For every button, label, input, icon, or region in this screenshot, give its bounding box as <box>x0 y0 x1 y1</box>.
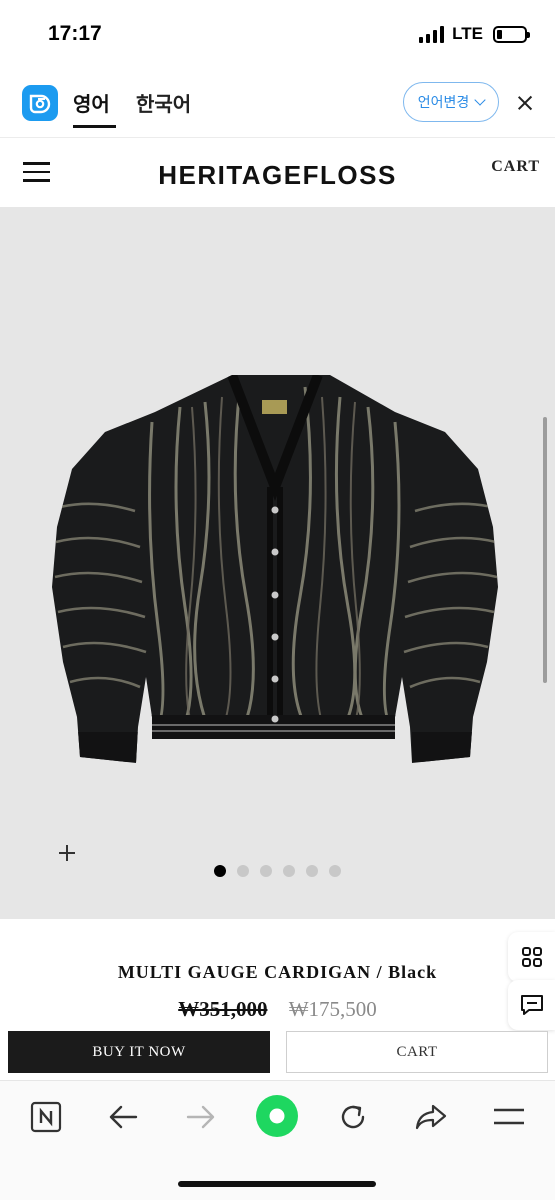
gallery-dot[interactable] <box>329 865 341 877</box>
home-indicator[interactable] <box>178 1181 376 1187</box>
signal-icon <box>419 25 445 43</box>
tab-english[interactable]: 영어 <box>73 88 110 117</box>
gallery-dot[interactable] <box>260 865 272 877</box>
sale-price: ₩175,500 <box>288 997 377 1021</box>
gallery-dot[interactable] <box>237 865 249 877</box>
gallery-dot[interactable] <box>306 865 318 877</box>
plus-icon[interactable] <box>59 845 75 861</box>
active-tab-indicator <box>73 125 116 128</box>
gallery-dot[interactable] <box>283 865 295 877</box>
refresh-icon[interactable] <box>333 1097 373 1137</box>
forward-arrow-icon[interactable] <box>181 1097 221 1137</box>
scrollbar-thumb[interactable] <box>543 417 547 683</box>
close-icon[interactable] <box>514 92 536 114</box>
site-header: HERITAGEFLOSS CART <box>0 138 555 207</box>
chevron-down-icon <box>474 94 486 106</box>
brand-logo[interactable]: HERITAGEFLOSS <box>0 160 555 191</box>
cardigan-photo <box>52 375 498 763</box>
product-title: MULTI GAUGE CARDIGAN / Black <box>117 962 438 982</box>
papago-icon[interactable] <box>22 85 58 121</box>
gallery-dot[interactable] <box>214 865 226 877</box>
tab-korean[interactable]: 한국어 <box>136 88 191 117</box>
share-icon[interactable] <box>411 1097 451 1137</box>
original-price: ₩351,000 <box>178 997 268 1021</box>
status-indicators: LTE <box>419 24 530 44</box>
change-language-label: 언어변경 <box>417 95 470 111</box>
battery-icon <box>493 25 530 43</box>
buy-now-button[interactable]: BUY IT NOW <box>8 1031 270 1073</box>
gallery-dots <box>214 865 341 877</box>
network-type: LTE <box>452 24 483 43</box>
green-dot-icon[interactable] <box>254 1093 300 1139</box>
back-arrow-icon[interactable] <box>103 1097 143 1137</box>
naver-n-icon[interactable] <box>26 1097 66 1137</box>
product-gallery[interactable] <box>0 207 555 919</box>
translate-bar: 영어 한국어 언어변경 <box>0 72 555 138</box>
menu-lines-icon[interactable] <box>489 1097 529 1137</box>
add-to-cart-button[interactable]: CART <box>286 1031 548 1073</box>
status-bar: 17:17 LTE <box>0 0 555 72</box>
change-language-button[interactable]: 언어변경 <box>403 82 499 122</box>
status-time: 17:17 <box>48 22 102 45</box>
price-row: ₩351,000 ₩175,500 <box>0 997 555 1022</box>
header-cart-link[interactable]: CART <box>491 158 540 176</box>
